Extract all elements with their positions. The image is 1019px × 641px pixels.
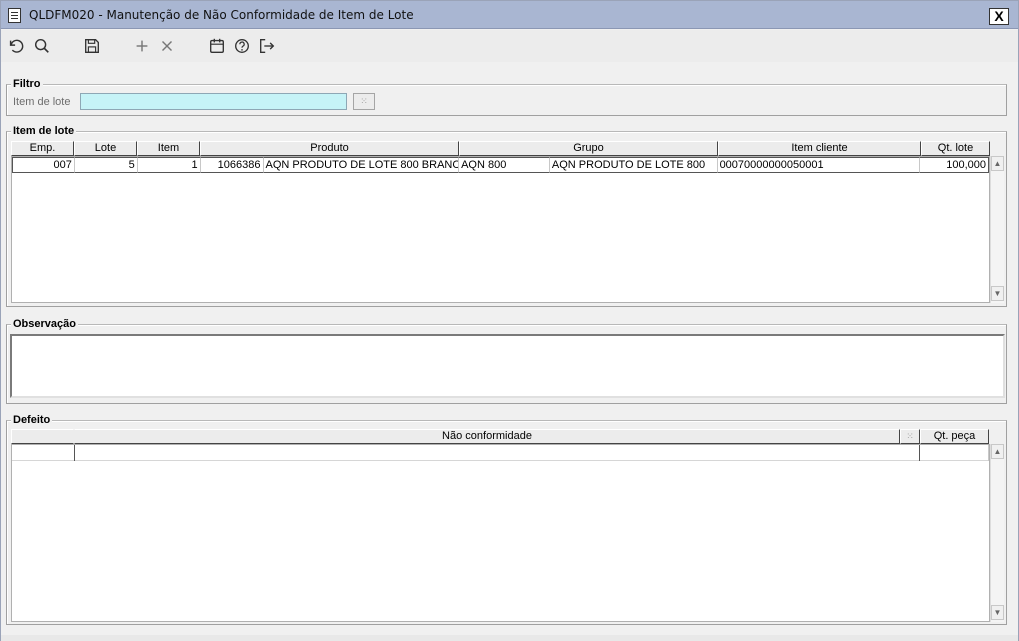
title-bar: QLDFM020 - Manutenção de Não Conformidad… [1,1,1018,29]
cell-produto-codigo[interactable]: 1066386 [200,157,264,173]
col-header-grupo[interactable]: Grupo [459,141,718,156]
main-window: QLDFM020 - Manutenção de Não Conformidad… [0,0,1019,641]
cell-emp[interactable]: 007 [12,157,75,173]
filter-group-label: Filtro [11,78,43,90]
defeito-group: Defeito Não conformidade ⁙ Qt. peça ▲ ▼ [6,414,1007,625]
scroll-down-icon[interactable]: ▼ [991,605,1004,620]
item-lote-group-label: Item de lote [11,125,77,137]
add-icon[interactable] [132,36,152,56]
table-row[interactable] [12,445,989,461]
table-row[interactable]: 007 5 1 1066386 AQN PRODUTO DE LOTE 800 … [12,157,989,173]
item-lote-grid: Emp. Lote Item Produto Grupo Item client… [11,141,1004,303]
nao-conformidade-lookup-icon[interactable]: ⁙ [900,429,920,444]
cell-nao-conformidade[interactable] [75,445,921,461]
defeito-grid-header: Não conformidade ⁙ Qt. peça [11,429,989,444]
close-button[interactable]: X [989,8,1009,25]
undo-icon[interactable] [6,36,26,56]
item-lote-scrollbar[interactable]: ▲ ▼ [990,156,1004,303]
cell-item-cliente[interactable]: 00070000000050001 [717,157,921,173]
cell-produto-descricao[interactable]: AQN PRODUTO DE LOTE 800 BRANCO [263,157,460,173]
cell-lote[interactable]: 5 [74,157,138,173]
col-header-lote[interactable]: Lote [74,141,137,156]
defeito-scrollbar[interactable]: ▲ ▼ [990,444,1004,622]
toolbar [1,30,1018,62]
defeito-grid-body [11,444,990,622]
scroll-down-icon[interactable]: ▼ [991,286,1004,301]
col-header-nao-conformidade[interactable]: Não conformidade [74,429,900,444]
cell-defeito-blank[interactable] [12,445,75,461]
cell-item[interactable]: 1 [137,157,201,173]
filter-group: Filtro Item de lote ⁙ [6,78,1007,116]
defeito-group-label: Defeito [11,414,53,426]
col-header-emp[interactable]: Emp. [11,141,74,156]
observacao-group-label: Observação [11,318,78,330]
status-strip [1,635,1018,641]
col-header-blank [11,429,74,444]
exit-icon[interactable] [257,36,277,56]
col-header-qt-lote[interactable]: Qt. lote [921,141,990,156]
observacao-textarea[interactable] [10,334,1005,398]
col-header-produto[interactable]: Produto [200,141,459,156]
cell-grupo-descricao[interactable]: AQN PRODUTO DE LOTE 800 [549,157,718,173]
cell-qt-lote[interactable]: 100,000 [920,157,989,173]
defeito-grid: Não conformidade ⁙ Qt. peça ▲ ▼ [11,429,1004,622]
help-icon[interactable] [232,36,252,56]
document-icon [8,8,21,23]
item-lote-grid-header: Emp. Lote Item Produto Grupo Item client… [11,141,990,156]
item-lote-grid-body: 007 5 1 1066386 AQN PRODUTO DE LOTE 800 … [11,156,990,303]
calendar-icon[interactable] [207,36,227,56]
col-header-item-cliente[interactable]: Item cliente [718,141,921,156]
item-de-lote-input[interactable] [80,93,347,110]
col-header-qt-peca[interactable]: Qt. peça [920,429,989,444]
observacao-group: Observação [6,318,1007,404]
scroll-up-icon[interactable]: ▲ [991,444,1004,459]
delete-icon[interactable] [157,36,177,56]
window-title: QLDFM020 - Manutenção de Não Conformidad… [29,8,414,22]
item-lookup-button[interactable]: ⁙ [353,93,375,110]
cell-qt-peca[interactable] [920,445,989,461]
scroll-up-icon[interactable]: ▲ [991,156,1004,171]
lookup-icon: ⁙ [360,96,368,106]
save-icon[interactable] [82,36,102,56]
item-lote-group: Item de lote Emp. Lote Item Produto Grup… [6,125,1007,307]
cell-grupo-codigo[interactable]: AQN 800 [459,157,550,173]
col-header-item[interactable]: Item [137,141,200,156]
search-icon[interactable] [32,36,52,56]
item-de-lote-label: Item de lote [13,96,71,108]
